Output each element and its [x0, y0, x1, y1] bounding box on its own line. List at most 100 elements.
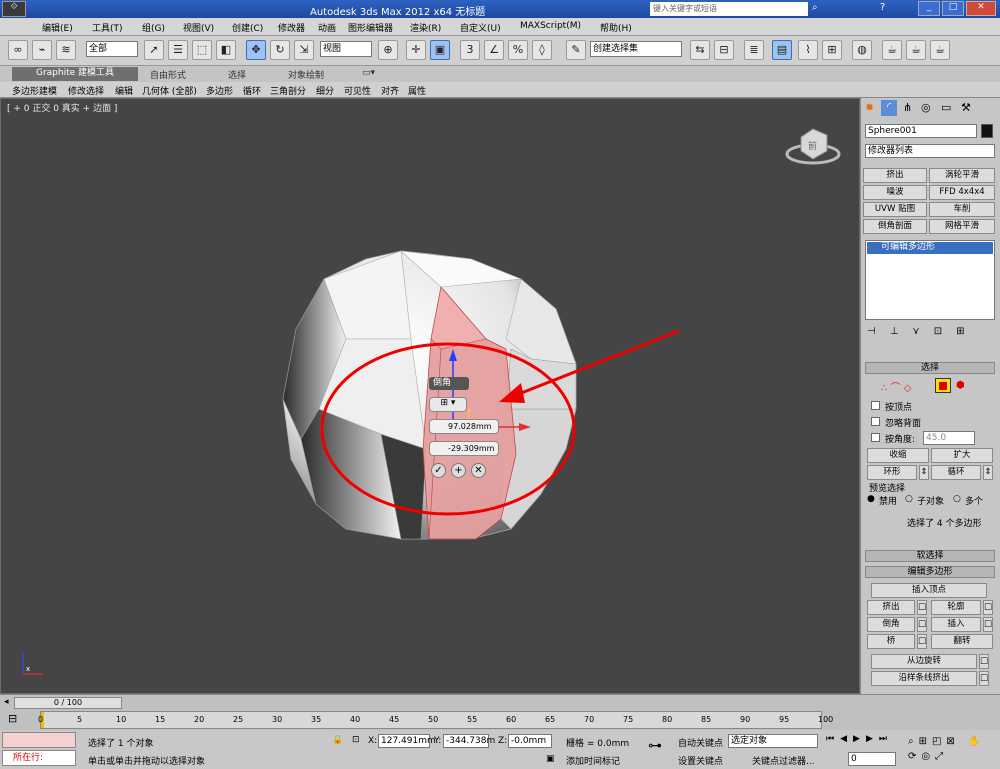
caddy-apply-icon[interactable]: + [451, 463, 466, 478]
viewport-nav-icons[interactable]: ⌕⊞◰⊠ ✋⟳◎⤢ [908, 734, 996, 766]
by-vertex-checkbox[interactable] [871, 401, 880, 410]
ribbon-options-icon[interactable]: ▭▾ [362, 68, 375, 78]
rect-selection-icon[interactable]: ⬚ [192, 40, 212, 60]
lock-icon[interactable]: 🔒 [332, 735, 343, 745]
absolute-mode-icon[interactable]: ⊡ [352, 735, 360, 745]
named-selection-dropdown[interactable]: 创建选择集 [590, 41, 682, 57]
menu-views[interactable]: 视图(V) [183, 21, 214, 34]
element-level-icon[interactable]: ⬢ [956, 380, 965, 391]
preview-off-radio[interactable]: ● [867, 494, 875, 504]
motion-tab-icon[interactable]: ◎ [921, 101, 931, 114]
bind-space-warp-icon[interactable]: ≋ [56, 40, 76, 60]
loop-button[interactable]: 循环 [931, 465, 981, 480]
panel-edit[interactable]: 编辑 [115, 84, 133, 97]
panel-loops[interactable]: 循环 [243, 84, 261, 97]
current-frame-field[interactable]: 0 [848, 752, 896, 766]
tab-selection[interactable]: 选择 [228, 68, 246, 81]
mod-bevel-profile-button[interactable]: 倒角剖面 [863, 219, 927, 234]
object-name-field[interactable]: Sphere001 [865, 124, 977, 138]
material-editor-icon[interactable]: ◍ [852, 40, 872, 60]
modifier-list-dropdown[interactable]: 修改器列表 [865, 144, 995, 158]
menu-tools[interactable]: 工具(T) [92, 21, 123, 34]
x-coord-field[interactable]: 127.491mm [378, 734, 436, 748]
edit-named-sets-icon[interactable]: ✎ [566, 40, 586, 60]
ring-button[interactable]: 环形 [867, 465, 917, 480]
menu-modifiers[interactable]: 修改器 [278, 21, 305, 34]
select-manipulate-icon[interactable]: ✛ [406, 40, 426, 60]
panel-modify-selection[interactable]: 修改选择 [68, 84, 104, 97]
panel-subdivision[interactable]: 细分 [316, 84, 334, 97]
bridge-settings-icon[interactable]: □ [917, 634, 927, 649]
add-time-tag[interactable]: 添加时间标记 [566, 754, 620, 767]
preview-multi-radio[interactable]: ○ [953, 494, 961, 504]
menu-create[interactable]: 创建(C) [232, 21, 263, 34]
panel-triangulation[interactable]: 三角剖分 [270, 84, 306, 97]
hinge-button[interactable]: 从边旋转 [871, 654, 977, 669]
app-logo-icon[interactable]: ⟐ [2, 1, 26, 17]
ignore-backfacing-checkbox[interactable] [871, 417, 880, 426]
mini-curve-editor-icon[interactable]: ⊟ [8, 712, 17, 725]
spinner-snap-icon[interactable]: ◊ [532, 40, 552, 60]
y-coord-field[interactable]: -344.738m [443, 734, 495, 748]
mirror-icon[interactable]: ⇆ [690, 40, 710, 60]
caddy-height-field[interactable]: 97.028mm [429, 419, 499, 434]
utilities-tab-icon[interactable]: ⚒ [961, 101, 971, 114]
time-slider[interactable]: 0 / 100 [14, 697, 122, 709]
extrude-spline-button[interactable]: 沿样条线挤出 [871, 671, 977, 686]
track-bar[interactable]: 0 5 10 15 20 25 30 35 40 45 50 55 60 65 70 75 80 85 90 95 10… [38, 711, 833, 729]
snap-3d-icon[interactable]: 3 [460, 40, 480, 60]
angle-spinner[interactable]: 45.0 [923, 431, 975, 445]
menu-group[interactable]: 组(G) [142, 21, 165, 34]
object-color-swatch[interactable] [981, 124, 993, 138]
viewport[interactable]: [ + 0 正交 0 真实 + 边面 ] 前 x 倒角 ⊞ ▾ 97.028mm… [0, 98, 860, 694]
menu-help[interactable]: 帮助(H) [600, 21, 632, 34]
menu-maxscript[interactable]: MAXScript(M) [520, 21, 581, 31]
align-icon[interactable]: ⊟ [714, 40, 734, 60]
mod-ffd-button[interactable]: FFD 4x4x4 [929, 185, 995, 200]
display-tab-icon[interactable]: ▭ [941, 101, 951, 114]
z-coord-field[interactable]: -0.0mm [508, 734, 552, 748]
panel-polygons[interactable]: 多边形 [206, 84, 233, 97]
hinge-settings-icon[interactable]: □ [979, 654, 989, 669]
mod-noise-button[interactable]: 噪波 [863, 185, 927, 200]
tab-object-paint[interactable]: 对象绘制 [288, 68, 324, 81]
shrink-button[interactable]: 收缩 [867, 448, 929, 463]
key-filters-button[interactable]: 关键点过滤器... [752, 754, 815, 767]
key-icon[interactable]: ⊶ [648, 738, 662, 754]
panel-poly-modeling[interactable]: 多边形建模 [12, 84, 57, 97]
key-mode-dropdown[interactable]: 选定对象 [728, 734, 818, 748]
mod-turbosmooth-button[interactable]: 涡轮平滑 [929, 168, 995, 183]
menu-edit[interactable]: 编辑(E) [42, 21, 73, 34]
minimize-icon[interactable]: _ [918, 1, 940, 16]
extrude-settings-icon[interactable]: □ [917, 600, 927, 615]
mod-meshsmooth-button[interactable]: 网格平滑 [929, 219, 995, 234]
view-cube[interactable]: 前 [785, 128, 841, 165]
percent-snap-icon[interactable]: % [508, 40, 528, 60]
caddy-cancel-icon[interactable]: ✕ [471, 463, 486, 478]
create-tab-icon[interactable]: ✸ [865, 101, 874, 114]
search-icon[interactable]: ⌕ [812, 2, 818, 13]
panel-visibility[interactable]: 可见性 [344, 84, 371, 97]
selection-rollout-header[interactable]: 选择 [865, 362, 995, 374]
bridge-button[interactable]: 桥 [867, 634, 915, 649]
select-by-name-icon[interactable]: ☰ [168, 40, 188, 60]
running-label[interactable]: 所在行: [2, 750, 76, 766]
schematic-view-icon[interactable]: ⊞ [822, 40, 842, 60]
ref-coord-dropdown[interactable]: 视图 [320, 41, 372, 57]
inset-button[interactable]: 插入 [931, 617, 981, 632]
move-icon[interactable]: ✥ [246, 40, 266, 60]
flip-button[interactable]: 翻转 [931, 634, 993, 649]
pivot-center-icon[interactable]: ⊕ [378, 40, 398, 60]
time-tag-icon[interactable]: ▣ [546, 754, 555, 764]
graphite-toggle-icon[interactable]: ▤ [772, 40, 792, 60]
tab-graphite[interactable]: Graphite 建模工具 [12, 67, 138, 81]
mod-extrude-button[interactable]: 挤出 [863, 168, 927, 183]
mod-uvw-button[interactable]: UVW 贴图 [863, 202, 927, 217]
modify-tab-icon[interactable]: ◜ [881, 100, 897, 116]
scale-icon[interactable]: ⇲ [294, 40, 314, 60]
maxscript-listener[interactable] [2, 732, 76, 748]
panel-properties[interactable]: 属性 [408, 84, 426, 97]
inset-settings-icon[interactable]: □ [983, 617, 993, 632]
render-production-icon[interactable]: ☕ [930, 40, 950, 60]
rendered-frame-icon[interactable]: ☕ [906, 40, 926, 60]
